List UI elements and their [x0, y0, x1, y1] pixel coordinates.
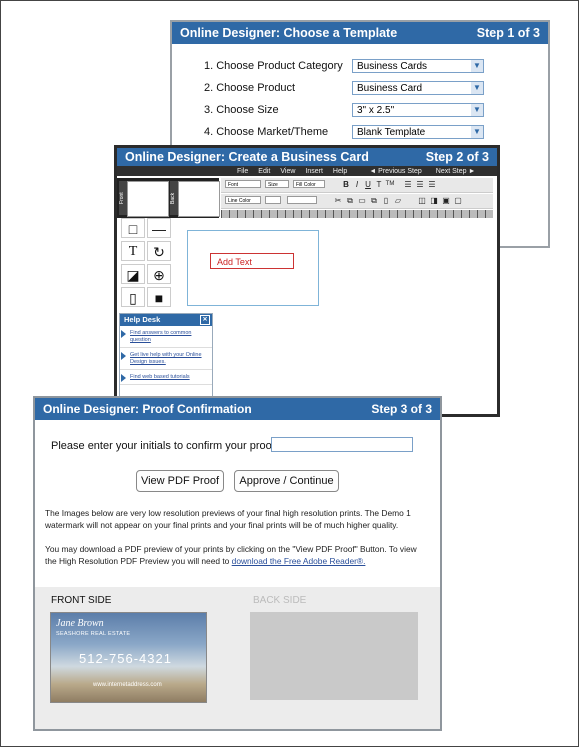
- proof-step: Step 3 of 3: [371, 402, 432, 416]
- back-side-heading: BACK SIDE: [253, 595, 307, 606]
- help-desk-title: Help Desk: [124, 315, 161, 324]
- chevron-down-icon: ▼: [471, 82, 483, 94]
- line-style-select[interactable]: [287, 196, 317, 204]
- size-select[interactable]: Size: [265, 180, 289, 188]
- initials-label: Please enter your initials to confirm yo…: [51, 440, 278, 452]
- align-right-icon[interactable]: ☰: [427, 180, 437, 189]
- page-icon[interactable]: ▯: [121, 287, 145, 307]
- adobe-reader-link[interactable]: download the Free Adobe Reader®.: [232, 556, 366, 566]
- line-width-select[interactable]: [265, 196, 281, 204]
- card-company: SEASHORE REAL ESTATE: [56, 631, 131, 637]
- card-website: www.internetaddress.com: [93, 682, 162, 688]
- approve-continue-button[interactable]: Approve / Continue: [234, 470, 339, 492]
- menu-insert[interactable]: Insert: [305, 168, 323, 175]
- card-name: Jane Brown: [56, 618, 104, 629]
- bring-front-icon[interactable]: ◫: [417, 196, 427, 205]
- menu-help[interactable]: Help: [333, 168, 347, 175]
- side-thumbnails: Front Back: [117, 178, 220, 218]
- cut-icon[interactable]: ✂: [333, 196, 343, 205]
- front-side-heading: FRONT SIDE: [51, 595, 112, 606]
- help-link-tutorials[interactable]: Find web based tutorials: [120, 370, 212, 385]
- chevron-down-icon: ▼: [471, 60, 483, 72]
- menu-edit[interactable]: Edit: [258, 168, 270, 175]
- view-pdf-proof-button[interactable]: View PDF Proof: [136, 470, 224, 492]
- front-card-preview: Jane Brown SEASHORE REAL ESTATE 512-756-…: [50, 612, 207, 703]
- align-left-icon[interactable]: ☰: [403, 180, 413, 189]
- product-label: 2. Choose Product: [204, 82, 296, 94]
- category-select[interactable]: Business Cards ▼: [352, 59, 484, 73]
- text-button[interactable]: T: [374, 180, 384, 189]
- card-phone: 512-756-4321: [79, 651, 172, 666]
- align-center-icon[interactable]: ☰: [415, 180, 425, 189]
- preview-note: The Images below are very low resolution…: [45, 508, 411, 530]
- close-icon[interactable]: ✕: [200, 315, 210, 325]
- group-icon[interactable]: ▣: [441, 196, 451, 205]
- line-color-select[interactable]: Line Color: [225, 196, 261, 204]
- paste-icon[interactable]: ▭: [357, 196, 367, 205]
- back-card-preview: [250, 612, 418, 700]
- send-back-icon[interactable]: ◨: [429, 196, 439, 205]
- proof-title: Online Designer: Proof Confirmation: [43, 402, 252, 416]
- menu-view[interactable]: View: [280, 168, 295, 175]
- add-text-box[interactable]: Add Text: [210, 253, 294, 269]
- initials-input[interactable]: [271, 437, 413, 452]
- copy-icon[interactable]: ⧉: [345, 196, 355, 205]
- square-tool-icon[interactable]: ■: [147, 287, 171, 307]
- designer-panel: Online Designer: Create a Business Card …: [114, 145, 500, 417]
- help-link-live[interactable]: Get live help with your Online Design is…: [120, 348, 212, 370]
- pdf-note: You may download a PDF preview of your p…: [45, 544, 417, 566]
- trademark-button[interactable]: TM: [385, 180, 395, 189]
- back-thumbnail[interactable]: [178, 181, 220, 217]
- text-tool-icon[interactable]: T: [121, 241, 145, 261]
- proof-preview-area: FRONT SIDE BACK SIDE Jane Brown SEASHORE…: [35, 587, 440, 729]
- chevron-down-icon: ▼: [471, 126, 483, 138]
- size-label: 3. Choose Size: [204, 104, 279, 116]
- zoom-icon[interactable]: ⊕: [147, 264, 171, 284]
- template-title: Online Designer: Choose a Template: [180, 26, 398, 40]
- designer-title-bar: Online Designer: Create a Business Card …: [117, 148, 497, 166]
- underline-button[interactable]: U: [363, 180, 373, 189]
- previous-step-link[interactable]: ◄ Previous Step: [369, 168, 421, 175]
- menu-bar: File Edit View Insert Help ◄ Previous St…: [117, 166, 497, 176]
- delete-icon[interactable]: ▯: [381, 196, 391, 205]
- designer-title: Online Designer: Create a Business Card: [125, 150, 369, 164]
- layer-icon[interactable]: ▱: [393, 196, 403, 205]
- help-link-faq[interactable]: Find answers to common question: [120, 326, 212, 348]
- format-toolbar: Font Size Fill Color B I U T TM ☰ ☰ ☰: [221, 178, 493, 193]
- design-canvas[interactable]: Add Text: [187, 230, 319, 306]
- category-label: 1. Choose Product Category: [204, 60, 343, 72]
- proof-panel: Online Designer: Proof Confirmation Step…: [33, 396, 442, 731]
- size-select[interactable]: 3" x 2.5" ▼: [352, 103, 484, 117]
- menu-file[interactable]: File: [237, 168, 248, 175]
- product-select[interactable]: Business Card ▼: [352, 81, 484, 95]
- chevron-down-icon: ▼: [471, 104, 483, 116]
- front-tab[interactable]: Front: [119, 181, 127, 215]
- rotate-tool-icon[interactable]: ↻: [147, 241, 171, 261]
- proof-title-bar: Online Designer: Proof Confirmation Step…: [35, 398, 440, 420]
- help-desk: Help Desk ✕ Find answers to common questi…: [119, 313, 213, 400]
- line-tool-icon[interactable]: —: [147, 218, 171, 238]
- template-step: Step 1 of 3: [476, 26, 540, 40]
- horizontal-ruler: [221, 210, 493, 218]
- italic-button[interactable]: I: [352, 180, 362, 189]
- theme-label: 4. Choose Market/Theme: [204, 126, 329, 138]
- drawing-tools: □ — T ↻ ◪ ⊕ ▯ ■: [117, 218, 173, 310]
- duplicate-icon[interactable]: ⧉: [369, 196, 379, 205]
- line-toolbar: Line Color ✂ ⧉ ▭ ⧉ ▯ ▱ ◫ ◨ ▣ ▢: [221, 194, 493, 209]
- ungroup-icon[interactable]: ▢: [453, 196, 463, 205]
- font-select[interactable]: Font: [225, 180, 261, 188]
- fill-color-select[interactable]: Fill Color: [293, 180, 325, 188]
- front-thumbnail[interactable]: [127, 181, 169, 217]
- designer-step: Step 2 of 3: [425, 150, 489, 164]
- back-tab[interactable]: Back: [170, 181, 178, 215]
- rectangle-tool-icon[interactable]: □: [121, 218, 145, 238]
- bold-button[interactable]: B: [341, 180, 351, 189]
- template-title-bar: Online Designer: Choose a Template Step …: [172, 22, 548, 44]
- next-step-link[interactable]: Next Step ►: [436, 168, 476, 175]
- theme-select[interactable]: Blank Template ▼: [352, 125, 484, 139]
- paint-bucket-icon[interactable]: ◪: [121, 264, 145, 284]
